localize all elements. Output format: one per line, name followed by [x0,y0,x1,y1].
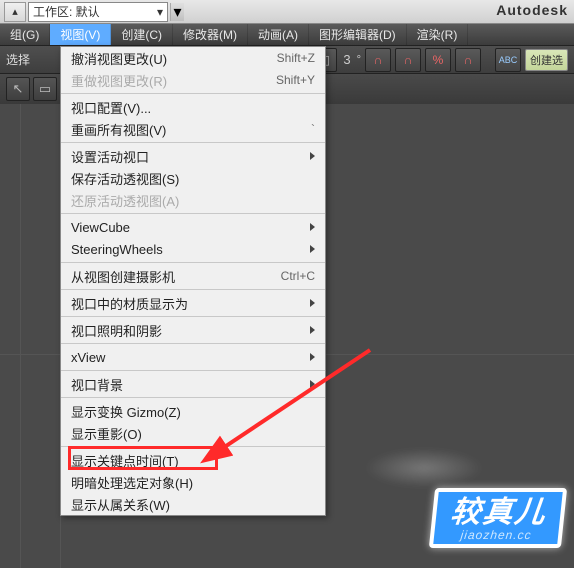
menu-item: 还原活动透视图(A) [61,189,325,211]
menu-separator [61,397,325,398]
menu-separator [61,289,325,290]
qat-button[interactable]: ▴ [4,2,26,22]
menu-item[interactable]: SteeringWheels [61,238,325,260]
percent-icon[interactable]: % [425,48,451,72]
menu-item-label: 撤消视图更改(U) [71,49,267,68]
menu-separator [61,370,325,371]
chevron-down-icon: ▾ [173,2,181,22]
quick-access-toolbar: ▴ 工作区: 默认 ▾ ▾ Autodesk [0,0,574,24]
menu-group[interactable]: 组(G) [0,24,50,45]
watermark-sub: jiaozhen.cc [447,528,544,542]
submenu-arrow-icon [310,245,315,253]
watermark-main: 较真儿 [449,498,548,528]
abc-icon[interactable]: ABC [495,48,521,72]
menu-item-label: 显示重影(O) [71,424,315,443]
menu-item[interactable]: 视口配置(V)... [61,96,325,118]
menu-item-label: 保存活动透视图(S) [71,169,315,188]
menu-item[interactable]: 视口背景 [61,373,325,395]
menu-separator [61,93,325,94]
menu-shortcut: Shift+Y [276,73,315,87]
menu-item[interactable]: 显示从属关系(W) [61,493,325,515]
menu-item-label: 从视图创建摄影机 [71,267,271,286]
menu-item-label: 显示关键点时间(T) [71,451,315,470]
menu-create[interactable]: 创建(C) [111,24,173,45]
menu-item: 重做视图更改(R) Shift+Y [61,69,325,91]
magnet-icon[interactable]: ∩ [395,48,421,72]
workspace-label: 工作区: 默认 [33,3,100,20]
menu-item-label: 显示变换 Gizmo(Z) [71,402,315,421]
menu-item-label: 视口背景 [71,375,300,394]
submenu-arrow-icon [310,299,315,307]
menu-item-label: 还原活动透视图(A) [71,191,315,210]
menu-separator [61,142,325,143]
main-menubar: 组(G) 视图(V) 创建(C) 修改器(M) 动画(A) 图形编辑器(D) 渲… [0,24,574,46]
magnet-icon[interactable]: ∩ [455,48,481,72]
menu-shortcut: Ctrl+C [281,269,315,283]
menu-item-label: 重画所有视图(V) [71,120,301,139]
menu-item[interactable]: 视口中的材质显示为 [61,292,325,314]
menu-item[interactable]: 从视图创建摄影机 Ctrl+C [61,265,325,287]
menu-item[interactable]: 撤消视图更改(U) Shift+Z [61,47,325,69]
menu-rendering[interactable]: 渲染(R) [407,24,469,45]
menu-shortcut: Shift+Z [277,51,315,65]
menu-item[interactable]: 重画所有视图(V) ` [61,118,325,140]
submenu-arrow-icon [310,152,315,160]
menu-item[interactable]: 明暗处理选定对象(H) [61,471,325,493]
menu-item-label: 设置活动视口 [71,147,300,166]
menu-item[interactable]: 设置活动视口 [61,145,325,167]
menu-separator [61,213,325,214]
chevron-down-icon: ▾ [157,5,163,19]
menu-view[interactable]: 视图(V) [50,24,111,45]
menu-item-label: 视口照明和阴影 [71,321,300,340]
submenu-arrow-icon [310,223,315,231]
view-menu-dropdown: 撤消视图更改(U) Shift+Z 重做视图更改(R) Shift+Y 视口配置(V).… [60,46,326,516]
menu-item[interactable]: 显示关键点时间(T) [61,449,325,471]
angle-value: 3 [343,52,350,67]
menu-item-label: 视口配置(V)... [71,98,315,117]
menu-separator [61,343,325,344]
select-label: 选择 [6,51,30,68]
submenu-arrow-icon [310,380,315,388]
menu-item[interactable]: 视口照明和阴影 [61,319,325,341]
submenu-arrow-icon [310,353,315,361]
menu-item[interactable]: ViewCube [61,216,325,238]
menu-item[interactable]: 显示重影(O) [61,422,325,444]
menu-item-label: xView [71,350,300,365]
submenu-arrow-icon [310,326,315,334]
menu-separator [61,316,325,317]
menu-item-label: SteeringWheels [71,242,300,257]
menu-item[interactable]: 显示变换 Gizmo(Z) [61,400,325,422]
arrow-cursor-icon[interactable]: ↖ [6,77,30,101]
create-selection-button[interactable]: 创建选 [525,49,568,71]
menu-item-label: 显示从属关系(W) [71,495,315,514]
workspace-combo[interactable]: 工作区: 默认 ▾ [28,2,168,22]
selection-icon[interactable]: ▭ [33,77,57,101]
magnet-icon[interactable]: ∩ [365,48,391,72]
menu-separator [61,262,325,263]
menu-shortcut: ` [311,122,315,136]
menu-modifiers[interactable]: 修改器(M) [173,24,248,45]
menu-item[interactable]: xView [61,346,325,368]
degree-icon: ° [357,54,361,66]
menu-item[interactable]: 保存活动透视图(S) [61,167,325,189]
menu-graph-editors[interactable]: 图形编辑器(D) [309,24,407,45]
qat-dropdown-button[interactable]: ▾ [170,3,184,21]
brand-label: Autodesk [496,2,568,18]
menu-item-label: ViewCube [71,220,300,235]
menu-item-label: 明暗处理选定对象(H) [71,473,315,492]
watermark: 较真儿 jiaozhen.cc [429,488,567,548]
menu-separator [61,446,325,447]
decorative-cloud [364,448,484,488]
menu-item-label: 视口中的材质显示为 [71,294,300,313]
menu-animation[interactable]: 动画(A) [248,24,309,45]
menu-item-label: 重做视图更改(R) [71,71,266,90]
